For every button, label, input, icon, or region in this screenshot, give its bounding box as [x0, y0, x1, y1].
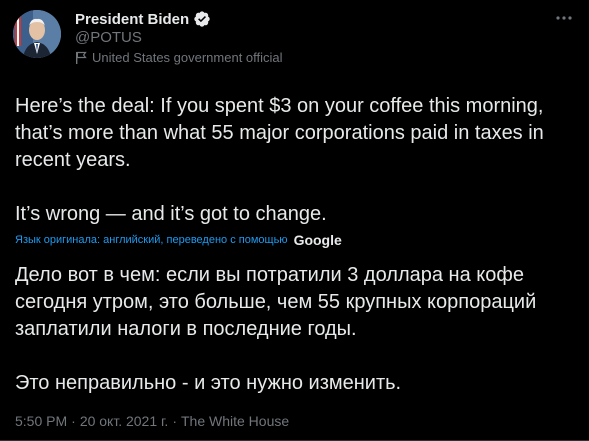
tweet-source[interactable]: The White House [181, 413, 289, 429]
author-display-name[interactable]: President Biden [75, 11, 189, 28]
affiliation-label: United States government official [75, 50, 283, 65]
google-logo: Google [293, 232, 342, 248]
tweet-original-text: Here’s the deal: If you spent $3 on your… [15, 95, 544, 225]
meta-separator: · [172, 413, 177, 429]
translation-note[interactable]: Язык оригинала: английский, переведено с… [15, 232, 342, 248]
tweet-meta: 5:50 PM · 20 окт. 2021 г. · The White Ho… [15, 413, 289, 429]
meta-separator: · [71, 413, 76, 429]
tweet-translated-text: Дело вот в чем: если вы потратили 3 долл… [15, 264, 537, 394]
more-options-button[interactable] [551, 8, 577, 28]
tweet-card: President Biden @POTUS United States gov… [0, 0, 589, 441]
verified-badge-icon [193, 10, 211, 28]
author-handle[interactable]: @POTUS [75, 29, 142, 46]
author-name-row[interactable]: President Biden [75, 9, 211, 29]
affiliation-text: United States government official [92, 50, 283, 65]
tweet-date[interactable]: 20 окт. 2021 г. [80, 413, 169, 429]
tweet-time[interactable]: 5:50 PM [15, 413, 67, 429]
avatar[interactable] [13, 10, 61, 58]
translation-note-text[interactable]: Язык оригинала: английский, переведено с… [15, 234, 288, 246]
more-horizontal-icon [556, 16, 572, 20]
flag-icon [75, 51, 87, 64]
